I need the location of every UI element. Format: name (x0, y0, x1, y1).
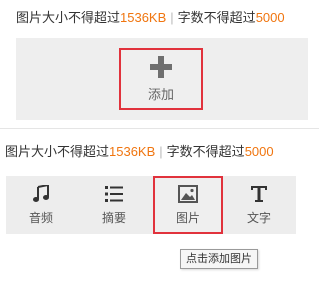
tooltip: 点击添加图片 (180, 249, 258, 269)
add-button[interactable]: 添加 (119, 48, 203, 110)
tool-text[interactable]: 文字 (224, 176, 294, 234)
tool-text-label: 文字 (246, 210, 271, 225)
add-button-label: 添加 (147, 86, 174, 102)
divider (0, 128, 319, 129)
tool-audio[interactable]: 音频 (6, 176, 76, 234)
plus-icon (150, 55, 172, 78)
image-icon (178, 184, 198, 203)
tool-summary-label: 摘要 (101, 210, 126, 225)
word-limit-prefix: 字数不得超过 (177, 10, 256, 25)
tool-summary[interactable]: 摘要 (79, 176, 149, 234)
size-limit-value: 1536KB (120, 10, 167, 25)
limit-info: 图片大小不得超过1536KB | 字数不得超过5000 (16, 8, 285, 28)
word-limit-prefix: 字数不得超过 (166, 144, 245, 159)
limit-separator: | (170, 10, 174, 25)
word-limit-value: 5000 (255, 10, 285, 25)
size-limit-prefix: 图片大小不得超过 (5, 144, 110, 159)
insert-toolbar: 音频 摘要 图片 文字 (6, 176, 296, 234)
add-area: 添加 (16, 38, 308, 120)
limit-separator: | (159, 144, 163, 159)
limit-info-bottom: 图片大小不得超过1536KB | 字数不得超过5000 (5, 143, 274, 161)
music-note-icon (32, 184, 50, 203)
size-limit-value: 1536KB (109, 144, 156, 159)
tool-image[interactable]: 图片 (153, 176, 223, 234)
size-limit-prefix: 图片大小不得超过 (16, 10, 121, 25)
upload-panel-top: 图片大小不得超过1536KB | 字数不得超过5000 添加 (16, 8, 308, 120)
tool-audio-label: 音频 (28, 210, 53, 225)
text-icon (250, 185, 268, 203)
tool-image-label: 图片 (175, 210, 200, 225)
list-icon (105, 185, 123, 203)
word-limit-value: 5000 (244, 144, 274, 159)
